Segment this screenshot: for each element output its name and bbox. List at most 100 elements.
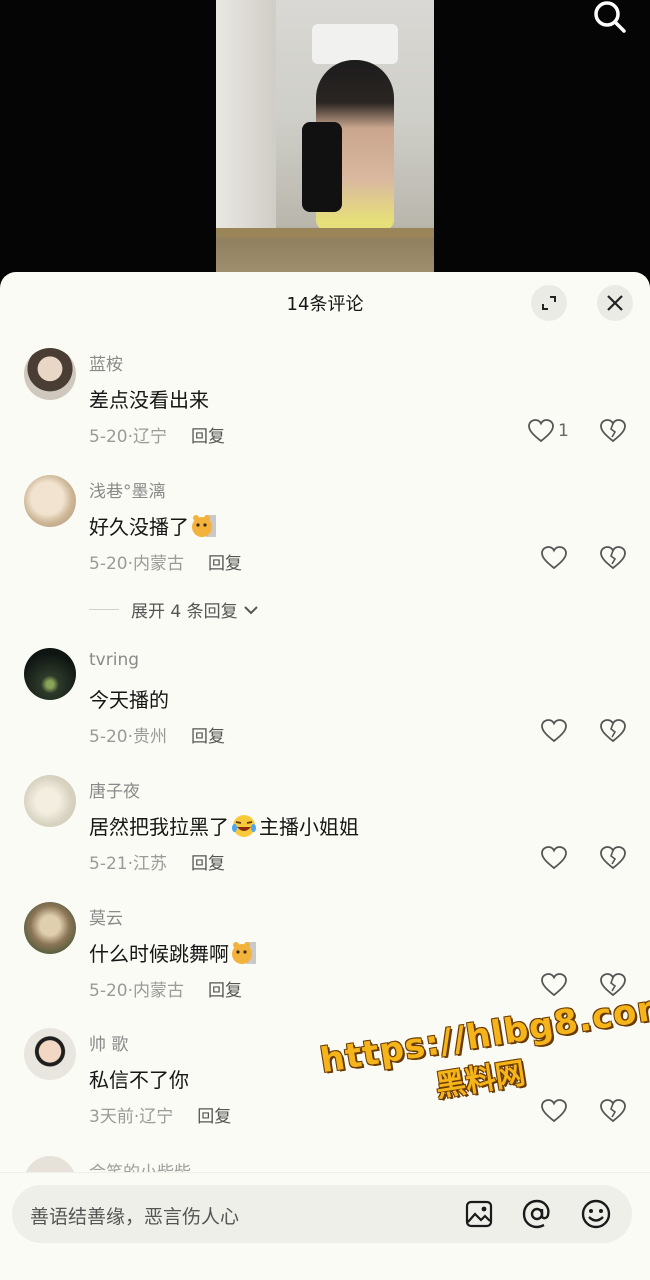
- search-button[interactable]: [590, 0, 630, 36]
- comment-location: 辽宁: [133, 427, 167, 447]
- comment-username[interactable]: 浅巷°墨漓: [89, 477, 166, 502]
- comment-input[interactable]: 善语结善缘，恶言伤人心: [12, 1185, 632, 1243]
- comment-username[interactable]: 莫云: [89, 904, 123, 929]
- like-button[interactable]: [541, 846, 567, 870]
- comment-location: 内蒙古: [133, 981, 184, 1001]
- avatar[interactable]: [24, 348, 76, 400]
- comment-meta: 5-20·辽宁 回复: [89, 427, 225, 447]
- reply-button[interactable]: 回复: [208, 554, 242, 574]
- comment-text[interactable]: 居然把我拉黑了 主播小姐姐: [89, 811, 359, 840]
- comment-date: 5-20: [89, 554, 128, 574]
- comment-text-content: 好久没播了: [89, 515, 189, 539]
- comment-text[interactable]: 今天播的: [89, 684, 169, 713]
- reply-button[interactable]: 回复: [191, 427, 225, 447]
- like-count: 1: [558, 421, 569, 441]
- comment-text[interactable]: 什么时候跳舞啊: [89, 938, 257, 967]
- dislike-button[interactable]: [600, 546, 626, 574]
- heart-icon: [528, 419, 554, 443]
- expand-replies-button[interactable]: 展开 4 条回复: [89, 597, 260, 622]
- watermark: https://hlbg8.com 黑料网: [317, 986, 650, 1122]
- broken-heart-icon: [600, 546, 626, 570]
- comment-meta: 5-20·贵州 回复: [89, 727, 225, 747]
- comment-meta: 5-20·内蒙古 回复: [89, 981, 242, 1001]
- like-button[interactable]: 1: [528, 419, 569, 443]
- comment-date: 5-21: [89, 854, 128, 874]
- comment-location: 辽宁: [139, 1107, 174, 1127]
- water-heater: [312, 24, 398, 64]
- comment-date: 3天前: [89, 1107, 134, 1127]
- broken-heart-icon: [600, 846, 626, 870]
- comment-meta: 5-21·江苏 回复: [89, 854, 225, 874]
- reply-button[interactable]: 回复: [191, 854, 225, 874]
- reply-button[interactable]: 回复: [197, 1107, 231, 1127]
- emoji-icon: [581, 1199, 611, 1229]
- search-icon: [594, 1, 626, 33]
- close-icon: [607, 295, 623, 311]
- comment-date: 5-20: [89, 727, 128, 747]
- dislike-button[interactable]: [600, 419, 626, 447]
- comment-date: 5-20: [89, 981, 128, 1001]
- bathroom-wall: [216, 0, 276, 230]
- hamster-peek-emoji: [232, 941, 256, 964]
- like-button[interactable]: [541, 973, 567, 997]
- comment-text-content: 私信不了你: [89, 1068, 189, 1092]
- comment-input-bar: 善语结善缘，恶言伤人心: [0, 1172, 650, 1280]
- comment-date: 5-20: [89, 427, 128, 447]
- video-frame: [216, 0, 434, 290]
- comment-meta: 5-20·内蒙古 回复: [89, 554, 242, 574]
- laugh-cry-emoji: [232, 814, 256, 837]
- expand-sheet-button[interactable]: [531, 285, 567, 321]
- input-placeholder: 善语结善缘，恶言伤人心: [30, 1206, 240, 1228]
- phone-in-hand: [302, 122, 342, 212]
- mention-button[interactable]: [520, 1197, 554, 1231]
- comment-text[interactable]: 好久没播了: [89, 511, 217, 540]
- avatar[interactable]: [24, 1028, 76, 1080]
- chevron-down-icon: [243, 605, 258, 614]
- comment-text-suffix: 主播小姐姐: [259, 815, 359, 839]
- counter-shelf: [216, 228, 434, 238]
- comment-text[interactable]: 差点没看出来: [89, 384, 209, 413]
- comment-text[interactable]: 私信不了你: [89, 1064, 189, 1093]
- comment-location: 内蒙古: [133, 554, 184, 574]
- avatar[interactable]: [24, 775, 76, 827]
- comment-text-content: 什么时候跳舞啊: [89, 942, 229, 966]
- video-area[interactable]: [0, 0, 650, 290]
- comment-text-content: 差点没看出来: [89, 388, 209, 412]
- expand-replies-label: 展开 4 条回复: [131, 602, 238, 622]
- image-button[interactable]: [462, 1197, 496, 1231]
- avatar[interactable]: [24, 648, 76, 700]
- comment-text-content: 今天播的: [89, 688, 169, 712]
- at-icon: [522, 1199, 550, 1229]
- comment-sheet: 14条评论 蓝桉 差点没看出来 5-20·辽宁回复 1 浅巷°墨漓 好久没播了: [0, 272, 650, 1280]
- comment-username[interactable]: 唐子夜: [89, 777, 140, 802]
- comment-meta: 3天前·辽宁 回复: [89, 1107, 232, 1127]
- reply-button[interactable]: 回复: [191, 727, 225, 747]
- dislike-button[interactable]: [600, 719, 626, 747]
- broken-heart-icon: [600, 1099, 626, 1123]
- heart-icon: [541, 1099, 567, 1123]
- broken-heart-icon: [600, 719, 626, 743]
- divider-line: [89, 609, 119, 610]
- dislike-button[interactable]: [600, 846, 626, 874]
- comment-location: 贵州: [133, 727, 167, 747]
- broken-heart-icon: [600, 419, 626, 443]
- heart-icon: [541, 546, 567, 570]
- comment-username[interactable]: 蓝桉: [89, 350, 123, 375]
- comment-text-content: 居然把我拉黑了: [89, 815, 229, 839]
- heart-icon: [541, 719, 567, 743]
- heart-icon: [541, 973, 567, 997]
- comment-location: 江苏: [133, 854, 167, 874]
- comment-username[interactable]: 帅 歌: [89, 1030, 128, 1055]
- avatar[interactable]: [24, 475, 76, 527]
- like-button[interactable]: [541, 719, 567, 743]
- like-button[interactable]: [541, 1099, 567, 1123]
- image-icon: [465, 1200, 493, 1228]
- reply-button[interactable]: 回复: [208, 981, 242, 1001]
- avatar[interactable]: [24, 902, 76, 954]
- heart-icon: [541, 846, 567, 870]
- dislike-button[interactable]: [600, 1099, 626, 1127]
- comment-username[interactable]: tvring: [89, 650, 139, 670]
- like-button[interactable]: [541, 546, 567, 570]
- emoji-button[interactable]: [579, 1197, 613, 1231]
- close-button[interactable]: [597, 285, 633, 321]
